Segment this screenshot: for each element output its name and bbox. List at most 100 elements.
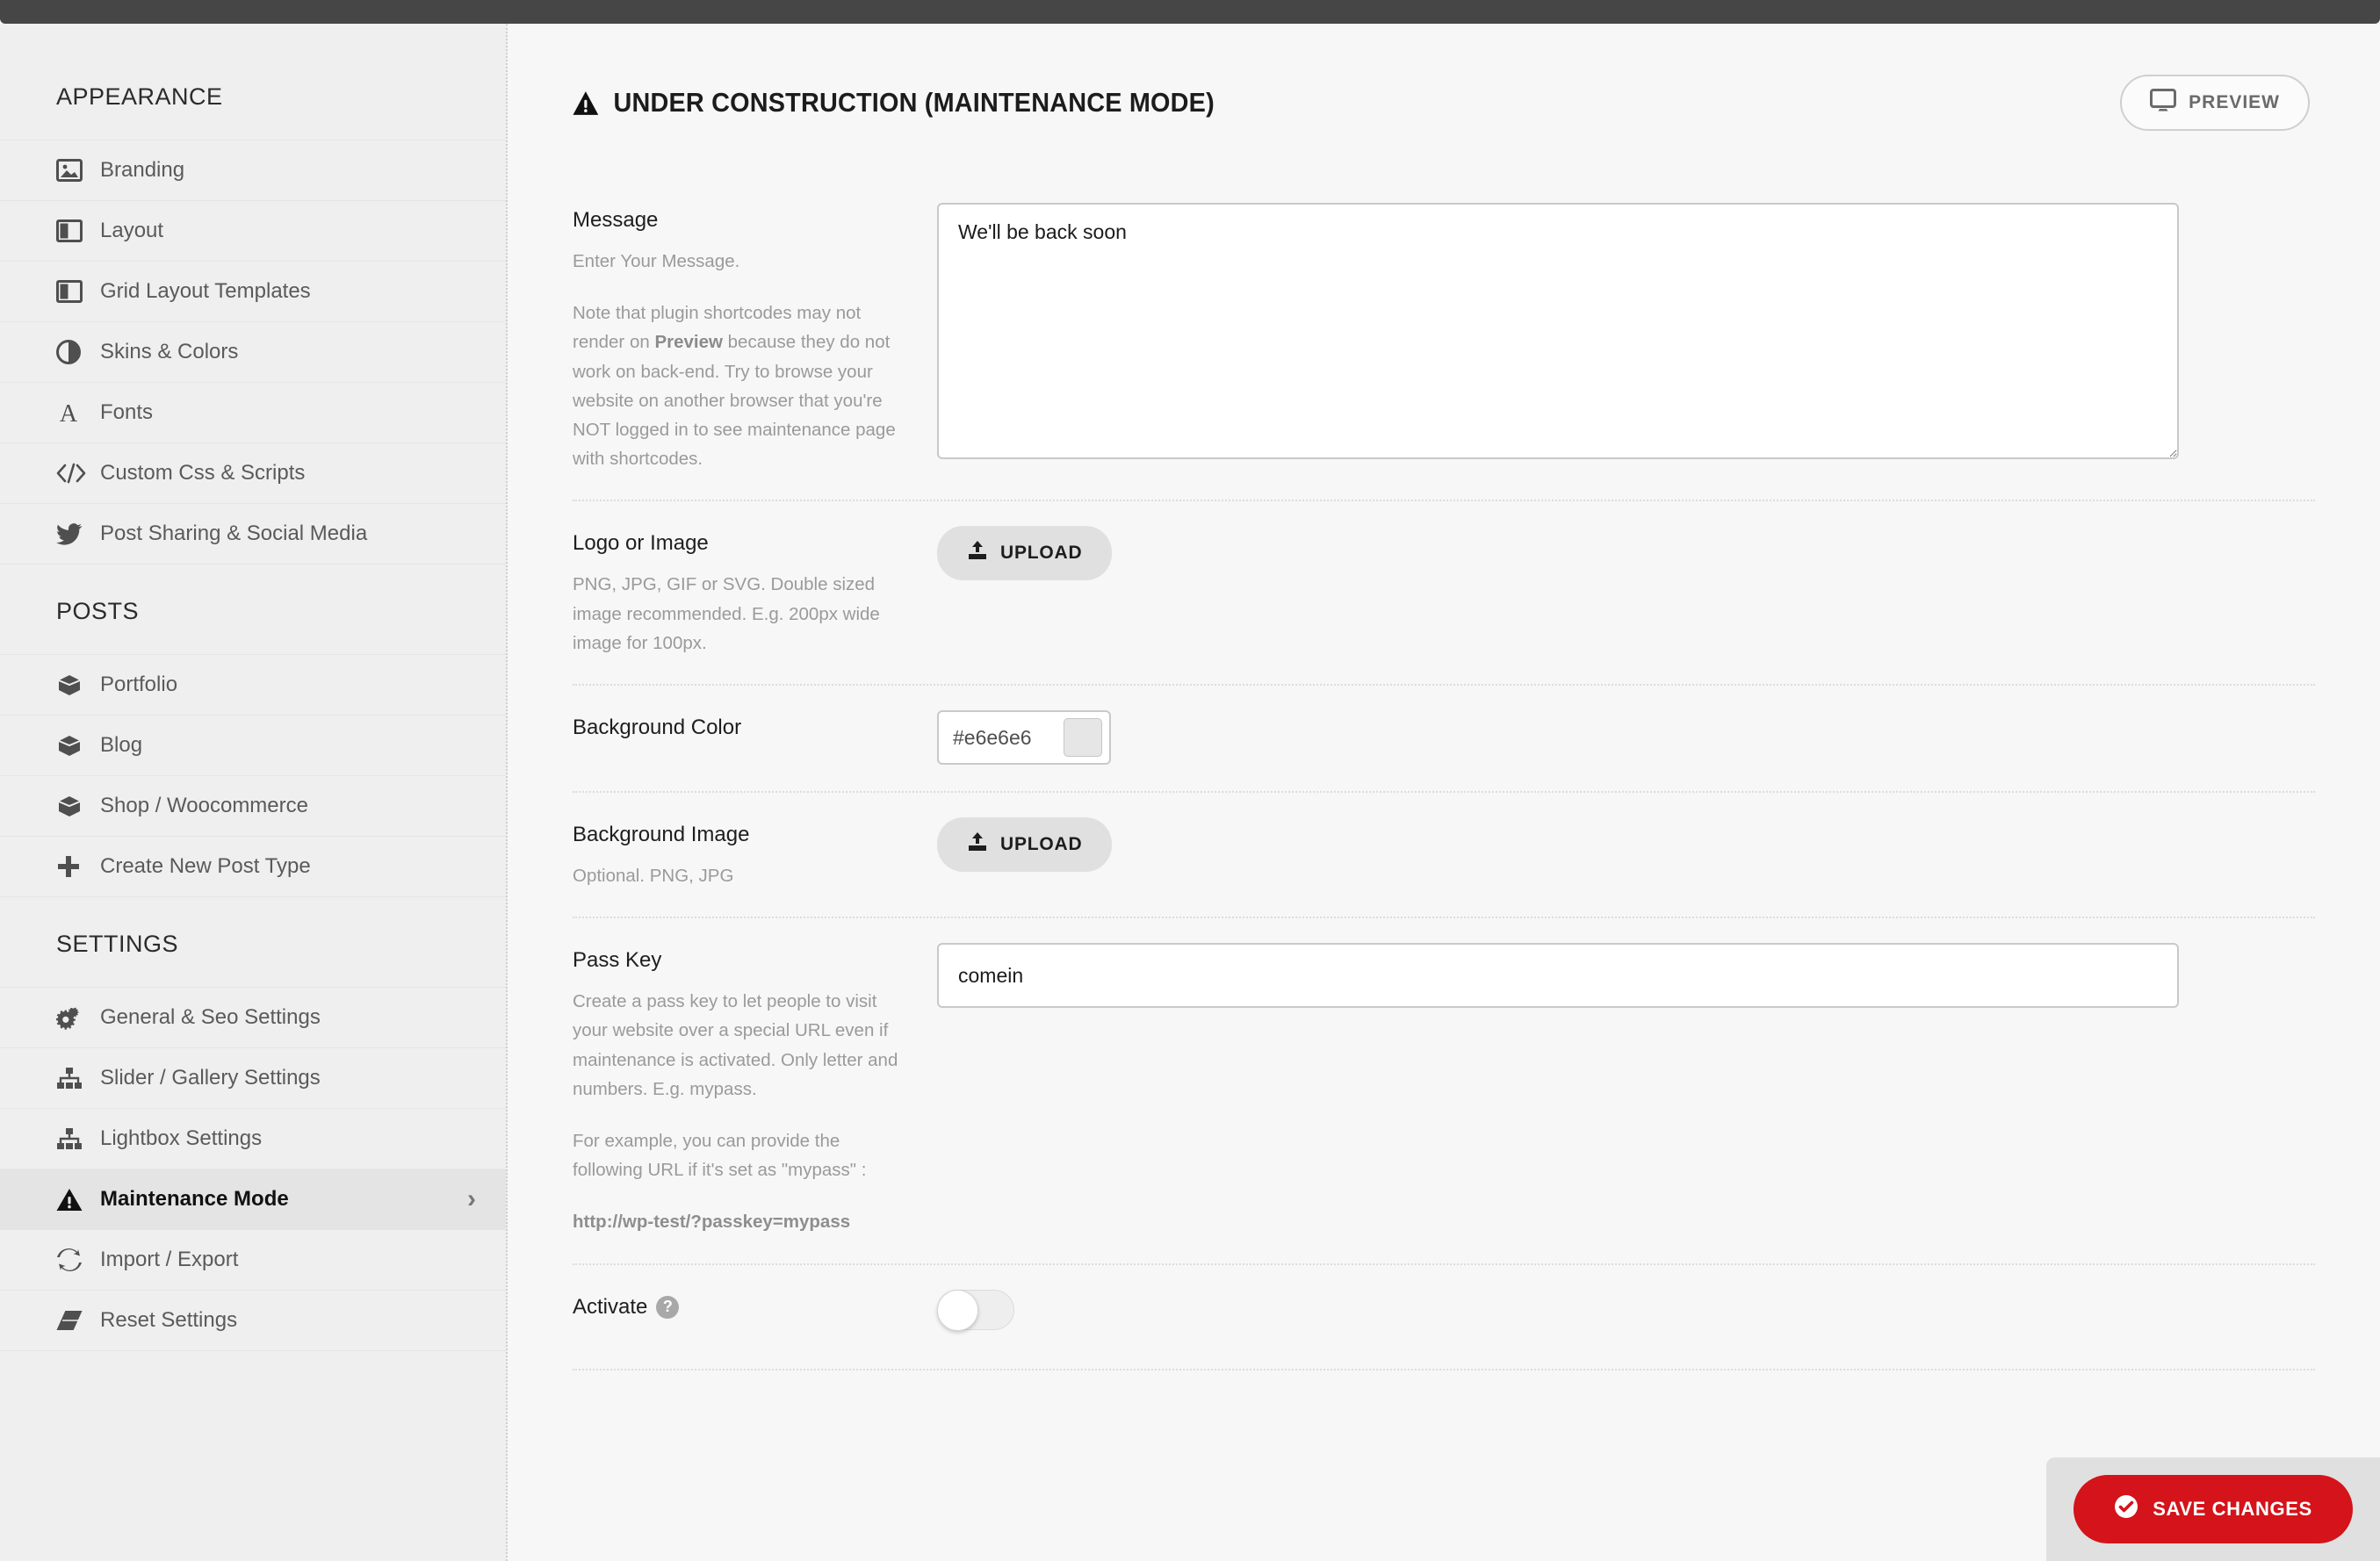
sidebar-item-grid-layout-templates[interactable]: Grid Layout Templates	[0, 261, 506, 322]
sidebar-item-label: Portfolio	[100, 673, 178, 696]
sidebar-item-reset-settings[interactable]: Reset Settings	[0, 1290, 506, 1351]
row-activate-right	[937, 1288, 2315, 1342]
sidebar-item-branding[interactable]: Branding	[0, 140, 506, 201]
question-circle-icon[interactable]: ?	[656, 1295, 680, 1319]
page-title: UNDER CONSTRUCTION (MAINTENANCE MODE)	[573, 87, 1215, 119]
plus-icon	[56, 854, 95, 879]
sidebar-item-post-sharing-social-media[interactable]: Post Sharing & Social Media	[0, 503, 506, 565]
passkey-desc-2: For example, you can provide the followi…	[573, 1131, 867, 1181]
row-background-image: Background Image Optional. PNG, JPG UPLO…	[573, 793, 2315, 919]
letter-a-icon: A	[56, 400, 95, 425]
save-changes-label: SAVE CHANGES	[2153, 1498, 2312, 1520]
message-desc-2-post: because they do not work on back-end. Tr…	[573, 332, 896, 470]
sidebar-item-create-new-post-type[interactable]: Create New Post Type	[0, 836, 506, 897]
row-logo-right: UPLOAD	[937, 524, 2315, 658]
background-image-upload-button[interactable]: UPLOAD	[937, 817, 1113, 873]
logo-desc: PNG, JPG, GIF or SVG. Double sized image…	[573, 574, 880, 653]
upload-icon	[967, 831, 988, 858]
box-icon	[56, 673, 95, 697]
sidebar: APPEARANCE Branding Layout Grid Layout T…	[0, 24, 508, 1561]
sidebar-item-label: Create New Post Type	[100, 854, 311, 878]
passkey-example-url: http://wp-test/?passkey=mypass	[573, 1212, 851, 1233]
row-bgimage-right: UPLOAD	[937, 816, 2315, 890]
check-circle-icon	[2114, 1494, 2138, 1524]
sidebar-item-general-seo-settings[interactable]: General & Seo Settings	[0, 987, 506, 1048]
logo-upload-button[interactable]: UPLOAD	[937, 526, 1113, 581]
preview-button-label: PREVIEW	[2189, 92, 2280, 112]
row-bgimage-left: Background Image Optional. PNG, JPG	[573, 816, 937, 890]
save-changes-button[interactable]: SAVE CHANGES	[2073, 1475, 2353, 1543]
preview-button[interactable]: PREVIEW	[2120, 75, 2310, 131]
sidebar-item-slider-gallery-settings[interactable]: Slider / Gallery Settings	[0, 1047, 506, 1109]
sidebar-item-label: Grid Layout Templates	[100, 279, 311, 303]
gears-icon	[56, 1005, 95, 1030]
background-image-desc: Optional. PNG, JPG	[573, 866, 734, 887]
sidebar-item-portfolio[interactable]: Portfolio	[0, 654, 506, 716]
browser-top-bar	[0, 0, 2380, 24]
chevron-right-icon: ›	[467, 1184, 476, 1213]
columns-icon	[56, 219, 95, 242]
passkey-desc-1: Create a pass key to let people to visit…	[573, 991, 898, 1099]
toggle-knob	[937, 1289, 978, 1331]
sidebar-item-custom-css-scripts[interactable]: Custom Css & Scripts	[0, 442, 506, 504]
background-image-label: Background Image	[573, 823, 750, 847]
activate-toggle[interactable]	[937, 1289, 1014, 1331]
sidebar-item-label: Reset Settings	[100, 1308, 238, 1332]
row-logo-or-image: Logo or Image PNG, JPG, GIF or SVG. Doub…	[573, 501, 2315, 687]
sidebar-item-maintenance-mode[interactable]: Maintenance Mode ›	[0, 1169, 506, 1230]
main-content: UNDER CONSTRUCTION (MAINTENANCE MODE) PR…	[508, 24, 2380, 1561]
warning-triangle-icon	[573, 90, 599, 116]
sidebar-item-label: Skins & Colors	[100, 340, 239, 363]
sidebar-item-label: General & Seo Settings	[100, 1005, 321, 1029]
box-icon	[56, 794, 95, 818]
background-color-value: #e6e6e6	[953, 725, 1032, 749]
color-swatch[interactable]	[1064, 718, 1102, 758]
settings-rows: Message Enter Your Message. Note that pl…	[508, 178, 2380, 1370]
row-background-color: Background Color #e6e6e6	[573, 686, 2315, 794]
monitor-icon	[2150, 89, 2177, 117]
row-bgcolor-right: #e6e6e6	[937, 709, 2315, 766]
message-desc-2: Note that plugin shortcodes may not rend…	[573, 299, 907, 473]
sidebar-item-label: Import / Export	[100, 1248, 239, 1271]
sidebar-item-label: Branding	[100, 158, 185, 182]
logo-label: Logo or Image	[573, 531, 709, 556]
sidebar-item-lightbox-settings[interactable]: Lightbox Settings	[0, 1108, 506, 1169]
row-message: Message Enter Your Message. Note that pl…	[573, 178, 2315, 502]
sidebar-item-label: Post Sharing & Social Media	[100, 522, 368, 545]
sidebar-heading-posts: POSTS	[56, 598, 140, 624]
sidebar-item-import-export[interactable]: Import / Export	[0, 1229, 506, 1291]
passkey-input[interactable]	[937, 943, 2179, 1009]
upload-icon	[967, 540, 988, 566]
code-icon	[56, 463, 95, 484]
background-color-label: Background Color	[573, 716, 742, 740]
sidebar-item-shop-woocommerce[interactable]: Shop / Woocommerce	[0, 775, 506, 837]
sidebar-heading-settings: SETTINGS	[56, 931, 179, 957]
svg-text:A: A	[60, 400, 78, 425]
sidebar-item-label: Fonts	[100, 400, 154, 424]
sidebar-item-fonts[interactable]: A Fonts	[0, 382, 506, 443]
message-textarea[interactable]	[937, 203, 2179, 459]
sitemap-icon	[56, 1067, 95, 1090]
passkey-label: Pass Key	[573, 948, 662, 973]
sidebar-item-blog[interactable]: Blog	[0, 715, 506, 776]
sidebar-heading-appearance: APPEARANCE	[56, 83, 223, 110]
sidebar-item-label: Shop / Woocommerce	[100, 794, 308, 817]
background-color-field[interactable]: #e6e6e6	[937, 710, 1111, 766]
columns-icon	[56, 280, 95, 303]
row-passkey-left: Pass Key Create a pass key to let people…	[573, 941, 937, 1236]
sidebar-item-label: Maintenance Mode	[100, 1187, 289, 1211]
background-image-upload-label: UPLOAD	[1000, 834, 1083, 855]
row-logo-left: Logo or Image PNG, JPG, GIF or SVG. Doub…	[573, 524, 937, 658]
sidebar-item-layout[interactable]: Layout	[0, 200, 506, 262]
app-root: APPEARANCE Branding Layout Grid Layout T…	[0, 24, 2380, 1561]
sidebar-item-skins-colors[interactable]: Skins & Colors	[0, 321, 506, 383]
page-title-text: UNDER CONSTRUCTION (MAINTENANCE MODE)	[613, 87, 1215, 118]
contrast-circle-icon	[56, 340, 95, 364]
message-label: Message	[573, 208, 659, 232]
row-activate-left: Activate ?	[573, 1288, 937, 1342]
row-message-left: Message Enter Your Message. Note that pl…	[573, 201, 937, 473]
page-header: UNDER CONSTRUCTION (MAINTENANCE MODE) PR…	[508, 24, 2380, 131]
activate-label-wrap: Activate ?	[573, 1295, 907, 1320]
